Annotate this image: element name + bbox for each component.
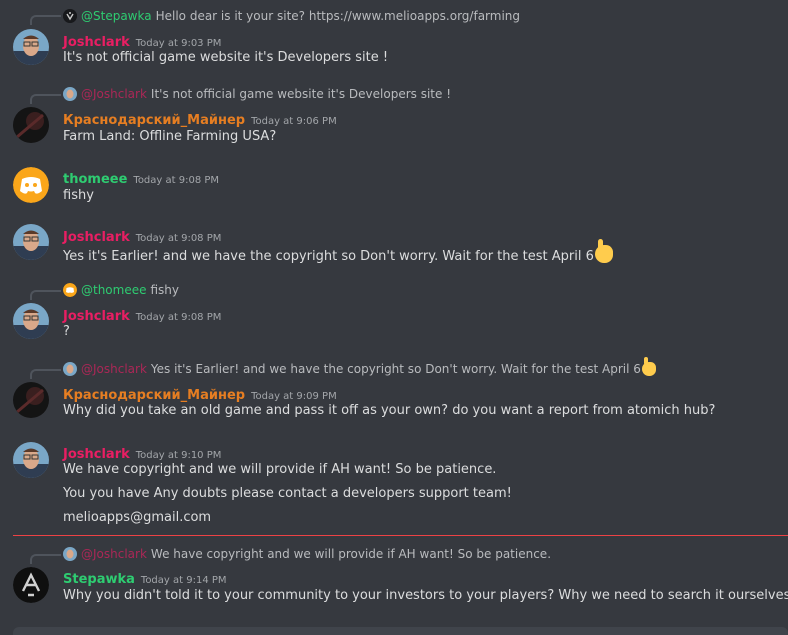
reply-preview[interactable]: @Joshclark It's not official game websit…	[63, 85, 451, 103]
email-link[interactable]: melioapps@gmail.com	[63, 510, 211, 525]
reply-preview[interactable]: @Stepawka Hello dear is it your site? ht…	[63, 7, 520, 25]
username[interactable]: Stepawka	[63, 572, 135, 587]
message-text: We have copyright and we will provide if…	[63, 462, 497, 477]
reply-mention[interactable]: @Joshclark	[81, 87, 147, 101]
reply-mention[interactable]: @Joshclark	[81, 547, 147, 561]
reply-connector	[30, 369, 61, 379]
reply-text[interactable]: Hello dear is it your site? https://www.…	[156, 9, 520, 23]
reply-connector	[30, 94, 61, 104]
reply-mention[interactable]: @Stepawka	[81, 9, 152, 23]
username[interactable]: Краснодарский_Майнер	[63, 388, 245, 403]
timestamp: Today at 9:03 PM	[135, 38, 222, 49]
username[interactable]: Краснодарский_Майнер	[63, 113, 245, 128]
username[interactable]: Joshclark	[63, 35, 130, 50]
reply-connector	[30, 554, 61, 564]
message-text: It's not official game website it's Deve…	[63, 50, 389, 65]
message-input[interactable]	[13, 627, 788, 635]
avatar[interactable]	[13, 167, 49, 203]
avatar[interactable]	[13, 29, 49, 65]
timestamp: Today at 9:08 PM	[135, 312, 222, 323]
reply-mention[interactable]: @thomeee	[81, 283, 147, 297]
timestamp: Today at 9:08 PM	[135, 233, 222, 244]
discord-mini-avatar	[63, 283, 77, 297]
avatar[interactable]	[13, 567, 49, 603]
username[interactable]: Joshclark	[63, 447, 130, 462]
message-text: Farm Land: Offline Farming USA?	[63, 129, 277, 144]
new-messages-divider	[13, 535, 788, 536]
reply-connector	[30, 290, 61, 300]
reply-text[interactable]: Yes it's Earlier! and we have the copyri…	[151, 362, 641, 376]
reply-text[interactable]: It's not official game website it's Deve…	[151, 87, 451, 101]
stepawka-mini-avatar	[63, 9, 77, 23]
reply-connector	[30, 15, 61, 25]
message-text: Why did you take an old game and pass it…	[63, 403, 716, 418]
reply-preview[interactable]: @Joshclark We have copyright and we will…	[63, 545, 551, 563]
avatar[interactable]	[13, 224, 49, 260]
reply-text[interactable]: fishy	[151, 283, 180, 297]
username[interactable]: Joshclark	[63, 230, 130, 245]
avatar[interactable]	[13, 303, 49, 339]
timestamp: Today at 9:08 PM	[133, 175, 220, 186]
message-text: ?	[63, 324, 70, 339]
username[interactable]: Joshclark	[63, 309, 130, 324]
avatar[interactable]	[13, 442, 49, 478]
message-text: You you have Any doubts please contact a…	[63, 486, 512, 501]
message-text: Why you didn't told it to your community…	[63, 588, 788, 603]
message-text: Yes it's Earlier! and we have the copyri…	[63, 249, 594, 264]
thumbs-up-icon	[641, 357, 656, 376]
reply-preview[interactable]: @thomeee fishy	[63, 281, 179, 299]
username[interactable]: thomeee	[63, 172, 127, 187]
avatar[interactable]	[13, 382, 49, 418]
timestamp: Today at 9:10 PM	[135, 450, 222, 461]
joshclark-mini-avatar	[63, 362, 77, 376]
joshclark-mini-avatar	[63, 547, 77, 561]
thumbs-up-icon	[594, 239, 613, 263]
message-line: Yes it's Earlier! and we have the copyri…	[63, 239, 613, 264]
reply-preview[interactable]: @Joshclark Yes it's Earlier! and we have…	[63, 357, 656, 378]
reply-text[interactable]: We have copyright and we will provide if…	[151, 547, 551, 561]
joshclark-mini-avatar	[63, 87, 77, 101]
timestamp: Today at 9:06 PM	[251, 116, 337, 127]
reply-mention[interactable]: @Joshclark	[81, 362, 147, 376]
timestamp: Today at 9:14 PM	[140, 575, 227, 586]
avatar[interactable]	[13, 107, 49, 143]
message-text: fishy	[63, 188, 94, 203]
timestamp: Today at 9:09 PM	[251, 391, 337, 402]
